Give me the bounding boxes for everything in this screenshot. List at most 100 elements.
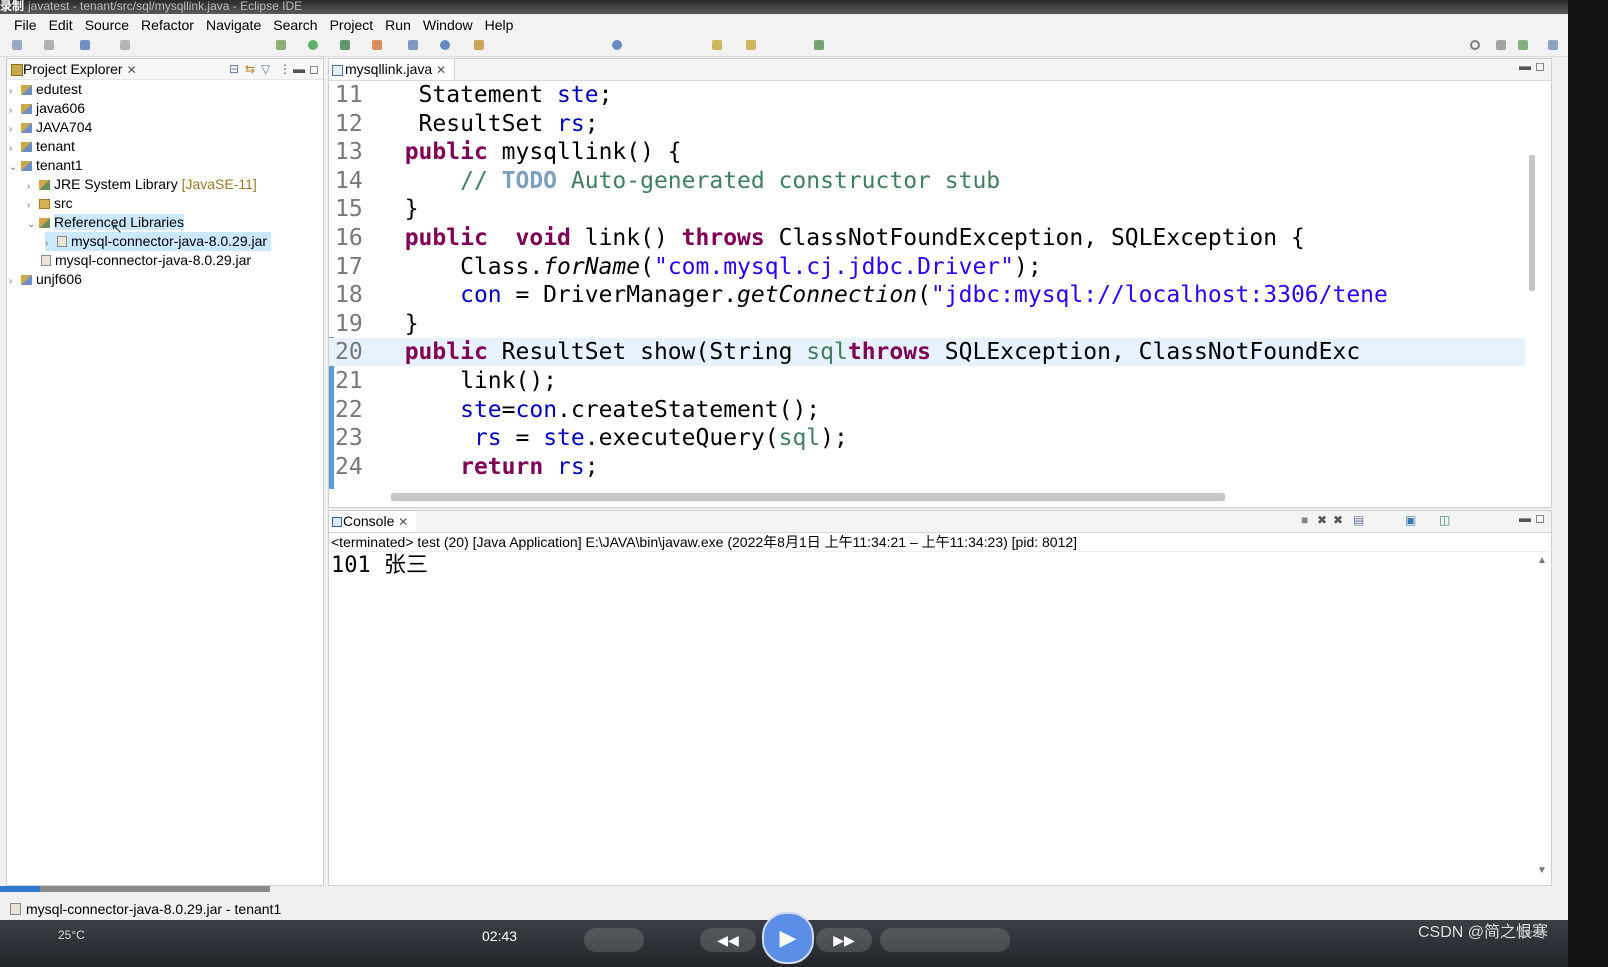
code-text: public mysqllink() { (377, 138, 682, 166)
tree-item-label: JAVA704 (36, 119, 93, 135)
menu-help[interactable]: Help (479, 14, 520, 36)
java-perspective-icon[interactable] (1518, 40, 1528, 50)
print-icon[interactable] (80, 40, 90, 50)
vertical-scrollbar[interactable] (1529, 155, 1535, 291)
debug-perspective-icon[interactable] (1548, 40, 1558, 50)
minimize-icon[interactable]: ▬ (293, 59, 305, 79)
collapse-all-icon[interactable]: ⊟ (229, 59, 239, 79)
tree-item-unjf606[interactable]: › unjf606 (9, 270, 82, 289)
code-text: Class.forName("com.mysql.cj.jdbc.Driver"… (377, 253, 1042, 281)
menu-project[interactable]: Project (324, 14, 380, 36)
minimize-icon[interactable]: ▬ (1519, 511, 1531, 525)
remove-launch-icon[interactable]: ✖ (1317, 513, 1327, 527)
open-perspective-icon[interactable] (814, 40, 824, 50)
tree-item-java704[interactable]: › JAVA704 (9, 118, 92, 137)
chevron-down-icon[interactable]: ⌄ (27, 215, 39, 234)
rewind-button[interactable] (584, 928, 644, 952)
close-icon[interactable]: ✕ (436, 63, 446, 77)
editor-tab-mysqllink[interactable]: mysqllink.java ✕ (329, 59, 456, 80)
run-icon[interactable] (308, 40, 318, 50)
package-folder-icon (39, 199, 50, 209)
menu-edit[interactable]: Edit (43, 14, 79, 36)
horizontal-scrollbar[interactable] (391, 493, 1225, 501)
globe-icon[interactable] (612, 40, 622, 50)
chevron-down-icon[interactable]: ⌄ (9, 158, 21, 177)
project-explorer-tab[interactable]: Project Explorer ✕ ⊟ ⇆ ▽ ⋮ ▬ ◻ (7, 59, 323, 80)
code-line[interactable]: 18 con = DriverManager.getConnection("jd… (329, 281, 1525, 309)
close-icon[interactable]: ✕ (127, 63, 137, 77)
view-menu-icon[interactable]: ⋮ (279, 59, 291, 79)
quick-access-search-icon[interactable] (1470, 40, 1480, 50)
maximize-icon[interactable]: ◻ (1535, 59, 1545, 73)
debug-icon[interactable] (276, 40, 286, 50)
forward-icon[interactable] (746, 40, 756, 50)
maximize-icon[interactable]: ◻ (1535, 511, 1545, 525)
tree-item-src[interactable]: › src (27, 194, 73, 213)
menu-window[interactable]: Window (417, 14, 479, 36)
open-type-icon[interactable] (474, 40, 484, 50)
code-line[interactable]: 15 } (329, 195, 1525, 223)
code-line[interactable]: 20 public ResultSet show(String sqlthrow… (329, 338, 1525, 367)
coverage-icon[interactable] (340, 40, 350, 50)
code-token: ste (543, 425, 585, 452)
menu-navigate[interactable]: Navigate (200, 14, 267, 36)
perspective-icon[interactable] (1496, 40, 1506, 50)
menu-run[interactable]: Run (379, 14, 417, 36)
code-line[interactable]: 17 Class.forName("com.mysql.cj.jdbc.Driv… (329, 253, 1525, 281)
terminate-icon[interactable]: ■ (1301, 513, 1308, 527)
scroll-lock-icon[interactable]: ▤ (1353, 513, 1364, 527)
tree-item-tenant[interactable]: › tenant (9, 137, 75, 156)
tree-item-edutest[interactable]: › edutest (9, 80, 82, 99)
display-console-icon[interactable]: ▣ (1405, 513, 1416, 527)
code-text: link(); (377, 367, 557, 395)
code-line[interactable]: 12 ResultSet rs; (329, 110, 1525, 138)
debug-step-icon[interactable] (120, 40, 130, 50)
code-line[interactable]: 13 public mysqllink() { (329, 138, 1525, 166)
code-line[interactable]: 14 // TODO Auto-generated constructor st… (329, 167, 1525, 195)
code-area[interactable]: 11 Statement ste; 12 ResultSet rs; 13 publ… (329, 81, 1525, 489)
play-button[interactable]: ▶ (762, 912, 814, 964)
menu-search[interactable]: Search (267, 14, 323, 36)
menu-file[interactable]: File (8, 14, 43, 36)
save-icon[interactable] (44, 40, 54, 50)
line-number: 19 (335, 310, 363, 337)
code-token: public (404, 339, 488, 366)
tree-item-mysql-jar[interactable]: mysql-connector-java-8.0.29.jar (41, 251, 251, 270)
menu-source[interactable]: Source (79, 14, 135, 36)
code-line[interactable]: 24 return rs; (329, 453, 1525, 481)
link-editor-icon[interactable]: ⇆ (245, 59, 255, 79)
tree-item-jre-library[interactable]: › JRE System Library [JavaSE-11] (27, 175, 257, 194)
filter-icon[interactable]: ▽ (261, 59, 270, 79)
code-line[interactable]: 16 public void link() throws ClassNotFou… (329, 224, 1525, 252)
code-line[interactable]: 21 link(); (329, 367, 1525, 395)
chevron-right-icon[interactable]: › (9, 272, 21, 291)
video-progress-bar[interactable] (0, 886, 270, 892)
minimize-icon[interactable]: ▬ (1519, 59, 1531, 73)
tree-item-referenced-libraries[interactable]: ⌄ Referenced Libraries (27, 213, 184, 232)
volume-slider[interactable] (880, 928, 1010, 952)
previous-icon[interactable]: ◀◀ (700, 928, 756, 952)
new-icon[interactable] (12, 40, 22, 50)
code-line[interactable]: 11 Statement ste; (329, 81, 1525, 109)
code-token: void (515, 225, 571, 251)
scroll-down-icon[interactable]: ▼ (1537, 865, 1547, 876)
console-tab[interactable]: Console ✕ (329, 511, 417, 532)
back-icon[interactable] (712, 40, 722, 50)
menu-refactor[interactable]: Refactor (135, 14, 200, 36)
tree-item-java606[interactable]: › java606 (9, 99, 85, 118)
close-icon[interactable]: ✕ (398, 515, 408, 529)
search-icon[interactable] (440, 40, 450, 50)
maximize-icon[interactable]: ◻ (309, 59, 319, 79)
new-class-icon[interactable] (408, 40, 418, 50)
pin-console-icon[interactable]: ◫ (1439, 513, 1450, 527)
next-icon[interactable]: ▶▶ (816, 928, 872, 952)
tree-item-mysql-jar-selected[interactable]: › mysql-connector-java-8.0.29.jar (45, 232, 272, 251)
code-line[interactable]: 22 ste=con.createStatement(); (329, 396, 1525, 424)
code-line[interactable]: 23 rs = ste.executeQuery(sql); (329, 424, 1525, 452)
external-tools-icon[interactable] (372, 40, 382, 50)
code-line[interactable]: 19 } (329, 310, 1525, 338)
remove-all-icon[interactable]: ✖ (1333, 513, 1343, 527)
tree-item-tenant1[interactable]: ⌄ tenant1 (9, 156, 83, 175)
scroll-up-icon[interactable]: ▲ (1537, 555, 1547, 566)
